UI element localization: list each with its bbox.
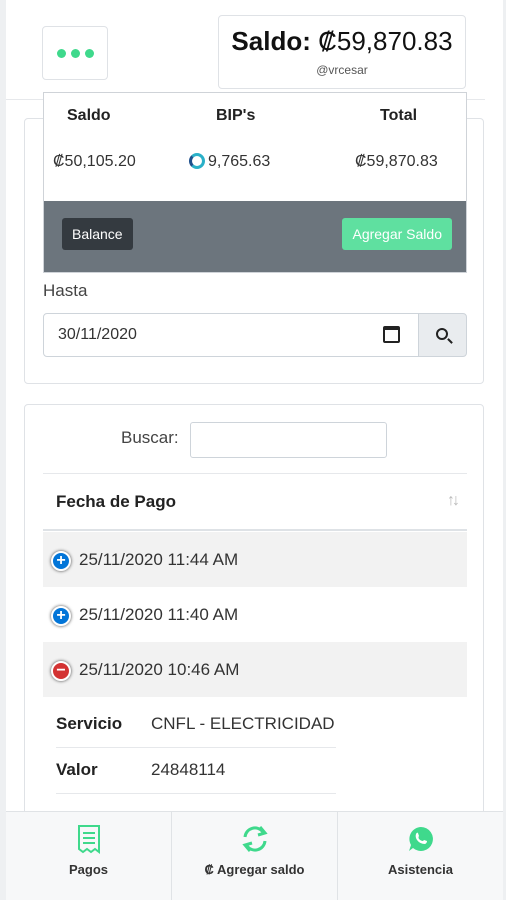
table-row[interactable]: − 25/11/2020 10:46 AM xyxy=(43,642,467,697)
hasta-date-input[interactable]: 30/11/2020 xyxy=(43,313,419,357)
total-value: ₡59,870.83 xyxy=(355,153,438,170)
table-header[interactable]: Fecha de Pago ↑↓ xyxy=(43,473,467,531)
menu-dot-icon xyxy=(70,48,80,58)
column-fecha-de-pago: Fecha de Pago xyxy=(56,492,176,511)
detail-row-servicio: Servicio CNFL - ELECTRICIDAD xyxy=(56,702,336,748)
detail-row-valor: Valor 24848114 xyxy=(56,748,336,794)
expand-plus-icon[interactable]: + xyxy=(51,606,71,626)
menu-button[interactable] xyxy=(42,26,108,80)
search-button[interactable] xyxy=(418,313,467,357)
table-row[interactable]: + 25/11/2020 11:44 AM xyxy=(43,532,467,587)
detail-value: 24848114 xyxy=(151,760,226,779)
row-date: 25/11/2020 11:40 AM xyxy=(79,605,239,624)
collapse-minus-icon[interactable]: − xyxy=(51,661,71,681)
saldo-value: ₡50,105.20 xyxy=(53,153,136,170)
calendar-icon[interactable] xyxy=(383,326,400,343)
menu-dot-icon xyxy=(56,48,66,58)
nav-agregar-saldo-label: ₡ Agregar saldo xyxy=(204,862,305,877)
balance-button[interactable]: Balance xyxy=(62,218,133,250)
hasta-date-value: 30/11/2020 xyxy=(58,326,137,343)
menu-dot-icon xyxy=(84,48,94,58)
row-date: 25/11/2020 10:46 AM xyxy=(79,660,240,679)
saldo-amount: ₡59,870.83 xyxy=(318,26,453,56)
detail-key: Servicio xyxy=(56,714,123,733)
agregar-saldo-button[interactable]: Agregar Saldo xyxy=(342,218,452,250)
nav-agregar-saldo[interactable]: ₡ Agregar saldo xyxy=(172,812,338,900)
col-total-header: Total xyxy=(380,107,418,124)
sort-icon[interactable]: ↑↓ xyxy=(447,492,460,510)
bips-value: 9,765.63 xyxy=(208,153,271,170)
whatsapp-icon xyxy=(408,827,433,851)
refresh-arrows-icon xyxy=(241,826,268,852)
detail-key: Valor xyxy=(56,760,98,779)
search-icon xyxy=(436,328,448,340)
col-bips-header: BIP's xyxy=(216,107,256,124)
saldo-summary: Saldo: ₡59,870.83 @vrcesar xyxy=(218,15,466,89)
col-saldo-header: Saldo xyxy=(67,107,111,124)
app-screen: Saldo: ₡59,870.83 @vrcesar Hasta 30/11/2… xyxy=(6,0,503,900)
bips-value-wrap: 9,765.63 xyxy=(189,153,270,171)
nav-asistencia-label: Asistencia xyxy=(387,862,454,877)
nav-pagos[interactable]: Pagos xyxy=(6,812,172,900)
table-row[interactable]: + 25/11/2020 11:40 AM xyxy=(43,587,467,642)
bip-coin-icon xyxy=(189,153,205,169)
search-label: Buscar: xyxy=(121,428,179,447)
balance-popup: Saldo BIP's Total ₡50,105.20 9,765.63 ₡5… xyxy=(43,92,467,273)
hasta-label: Hasta xyxy=(43,281,88,300)
detail-value: CNFL - ELECTRICIDAD xyxy=(151,714,335,733)
expand-plus-icon[interactable]: + xyxy=(51,551,71,571)
saldo-line: Saldo: ₡59,870.83 xyxy=(219,26,465,57)
row-date: 25/11/2020 11:44 AM xyxy=(79,550,239,569)
receipt-icon xyxy=(77,825,100,854)
nav-pagos-label: Pagos xyxy=(68,862,108,877)
bottom-navigation: Pagos ₡ Agregar saldo Asistencia xyxy=(6,811,503,900)
saldo-label: Saldo: xyxy=(231,26,311,56)
username: @vrcesar xyxy=(316,63,368,77)
popup-footer: Balance Agregar Saldo xyxy=(44,201,466,272)
search-input[interactable] xyxy=(190,422,387,458)
nav-asistencia[interactable]: Asistencia xyxy=(338,812,503,900)
